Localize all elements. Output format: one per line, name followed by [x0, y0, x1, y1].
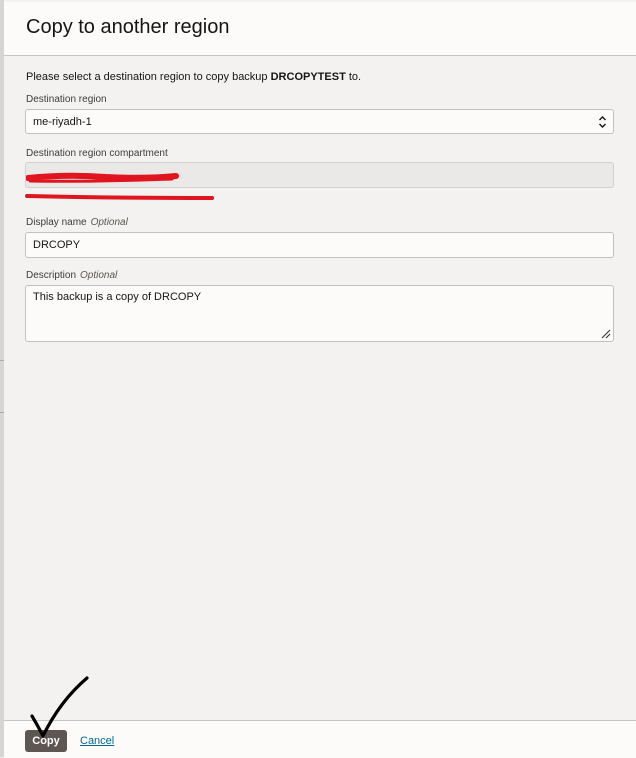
dialog-footer: Copy Cancel — [4, 720, 636, 758]
dialog-title: Copy to another region — [26, 16, 230, 38]
description-optional: Optional — [80, 270, 118, 281]
resize-handle-icon[interactable] — [600, 328, 611, 339]
destination-region-label: Destination region — [26, 94, 107, 105]
description-textarea[interactable]: This backup is a copy of DRCOPY — [25, 285, 614, 342]
description-label-text: Description — [26, 270, 77, 281]
redaction-mark — [25, 194, 214, 200]
chevron-updown-icon — [599, 116, 606, 128]
destination-region-select[interactable]: me-riyadh-1 — [25, 109, 614, 134]
display-name-value: DRCOPY — [33, 239, 81, 251]
redaction-mark — [26, 172, 179, 183]
description-label: Description Optional — [26, 270, 117, 281]
checkmark-icon — [30, 676, 89, 738]
destination-region-value: me-riyadh-1 — [33, 115, 92, 128]
description-value: This backup is a copy of DRCOPY — [33, 291, 202, 303]
dialog-intro: Please select a destination region to co… — [26, 71, 361, 83]
display-name-input[interactable]: DRCOPY — [25, 232, 614, 258]
backup-name: DRCOPYTEST — [270, 71, 346, 83]
display-name-label: Display name Optional — [26, 217, 128, 228]
display-name-optional: Optional — [90, 217, 128, 228]
intro-suffix: to. — [345, 71, 362, 83]
display-name-label-text: Display name — [26, 217, 87, 228]
compartment-label: Destination region compartment — [26, 148, 168, 159]
dialog-header: Copy to another region — [4, 2, 636, 56]
intro-prefix: Please select a destination region to co… — [26, 71, 271, 83]
